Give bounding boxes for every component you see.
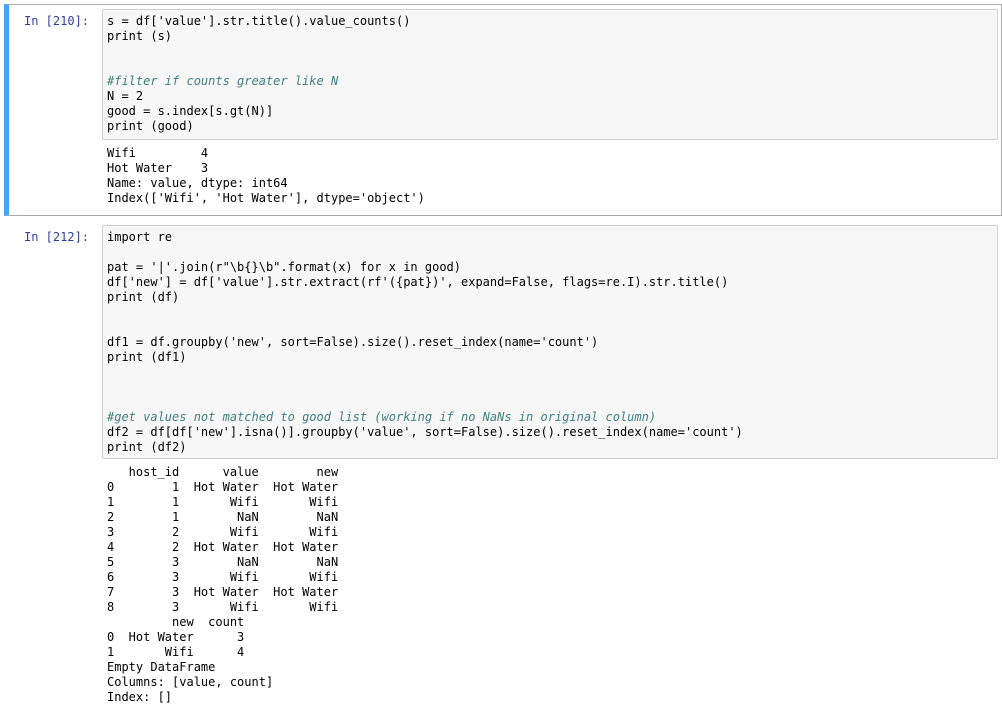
output-line: 1 1 Wifi Wifi — [107, 495, 339, 509]
cell-2-prompt: In [212]: — [24, 230, 90, 244]
output-line: 8 3 Wifi Wifi — [107, 600, 339, 614]
output-line: host_id value new — [107, 465, 339, 479]
output-line: Index: [] — [107, 690, 173, 704]
output-line: 3 2 Wifi Wifi — [107, 525, 339, 539]
output-line: Wifi 4 — [107, 146, 209, 160]
code-line: pat = '|'.join(r"\b{}\b".format(x) for x… — [107, 260, 462, 274]
output-line: 4 2 Hot Water Hot Water — [107, 540, 339, 554]
code-line: #filter if counts greater like N — [107, 74, 339, 88]
output-line: new count — [107, 615, 245, 629]
output-line: 6 3 Wifi Wifi — [107, 570, 339, 584]
output-line: 0 1 Hot Water Hot Water — [107, 480, 339, 494]
output-line: Index(['Wifi', 'Hot Water'], dtype='obje… — [107, 191, 425, 205]
code-line: df2 = df[df['new'].isna()].groupby('valu… — [107, 425, 743, 439]
code-line: print (good) — [107, 119, 194, 133]
output-line: 5 3 NaN NaN — [107, 555, 339, 569]
code-line: print (df1) — [107, 350, 187, 364]
notebook: In [210]: s = df['value'].str.title().va… — [0, 0, 1002, 711]
code-line: import re — [107, 230, 173, 244]
cell-1-input[interactable]: s = df['value'].str.title().value_counts… — [102, 9, 998, 140]
cell-1-prompt: In [210]: — [24, 14, 90, 28]
cell-1-output: Wifi 4 Hot Water 3 Name: value, dtype: i… — [107, 146, 998, 206]
output-line: 2 1 NaN NaN — [107, 510, 339, 524]
code-line: s = df['value'].str.title().value_counts… — [107, 14, 411, 28]
code-line: df1 = df.groupby('new', sort=False).size… — [107, 335, 599, 349]
code-line: good = s.index[s.gt(N)] — [107, 104, 274, 118]
output-line: 0 Hot Water 3 — [107, 630, 245, 644]
code-line: df['new'] = df['value'].str.extract(rf'(… — [107, 275, 729, 289]
code-line: N = 2 — [107, 89, 144, 103]
code-line: #get values not matched to good list (wo… — [107, 410, 657, 424]
code-line: print (df) — [107, 290, 180, 304]
code-line: print (s) — [107, 29, 173, 43]
output-line: Columns: [value, count] — [107, 675, 274, 689]
cell-2-input[interactable]: import re pat = '|'.join(r"\b{}\b".forma… — [102, 225, 998, 459]
output-line: 7 3 Hot Water Hot Water — [107, 585, 339, 599]
cell-2-output: host_id value new 0 1 Hot Water Hot Wate… — [107, 465, 998, 705]
output-line: Hot Water 3 — [107, 161, 209, 175]
code-line: print (df2) — [107, 440, 187, 454]
output-line: Empty DataFrame — [107, 660, 216, 674]
output-line: Name: value, dtype: int64 — [107, 176, 288, 190]
output-line: 1 Wifi 4 — [107, 645, 245, 659]
